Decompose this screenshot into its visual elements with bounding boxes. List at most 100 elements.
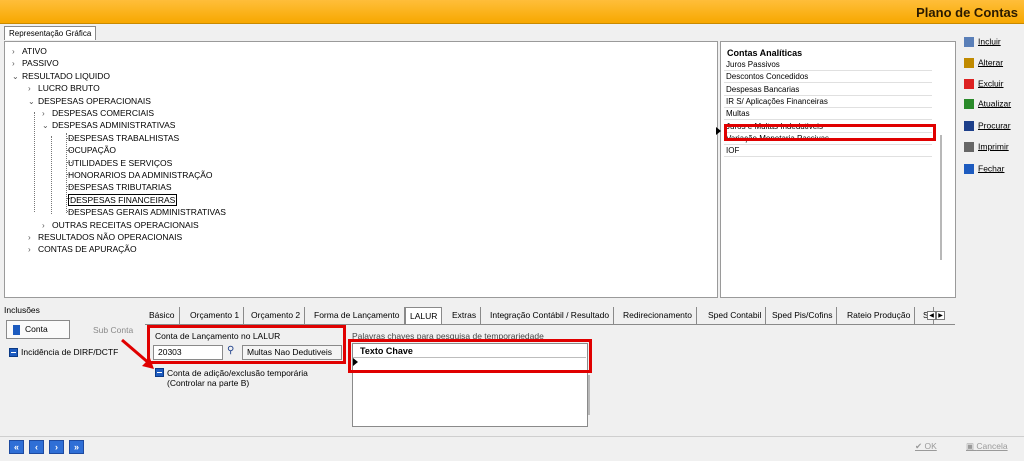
tree-node[interactable]: DESPESAS FINANCEIRAS <box>68 193 178 206</box>
incidencia-checkbox[interactable]: Incidência de DIRF/DCTF <box>9 347 119 358</box>
title-bar: Plano de Contas <box>0 0 1024 24</box>
tree-node[interactable]: OCUPAÇÃO <box>68 144 116 156</box>
detail-tab[interactable]: LALUR <box>405 307 443 324</box>
side-button-label: Atualizar <box>978 98 1012 109</box>
side-button-label: Procurar <box>978 120 1011 131</box>
window-title: Plano de Contas <box>916 5 1018 20</box>
detail-tab[interactable]: Sped Contabil <box>704 307 767 324</box>
detail-tab[interactable]: Orçamento 1 <box>186 307 245 324</box>
tree-node-label: DESPESAS ADMINISTRATIVAS <box>52 120 176 131</box>
tab-scroll-nav[interactable]: ◀ ▶ <box>927 311 945 320</box>
tab-representacao-grafica[interactable]: Representação Gráfica <box>4 26 97 40</box>
last-record-icon[interactable]: » <box>69 440 84 454</box>
detail-tab[interactable]: Forma de Lançamento <box>310 307 405 324</box>
tree-node[interactable]: HONORARIOS DA ADMINISTRAÇÃO <box>68 169 213 181</box>
account-item[interactable]: Juros Passivos <box>724 59 932 71</box>
tree-node[interactable]: DESPESAS GERAIS ADMINISTRATIVAS <box>68 206 226 218</box>
tree-node-label: ATIVO <box>22 46 47 56</box>
detail-tab[interactable]: Básico <box>145 307 180 324</box>
chevron-right-icon[interactable]: › <box>42 220 52 232</box>
detail-tab[interactable]: Redirecionamento <box>619 307 697 324</box>
side-button-0[interactable]: Incluir <box>962 32 1018 51</box>
detail-tab[interactable]: Integração Contábil / Resultado <box>486 307 615 324</box>
account-item[interactable]: IR S/ Aplicações Financeiras <box>724 96 932 108</box>
tree-node-label: UTILIDADES E SERVIÇOS <box>68 157 173 168</box>
side-button-2[interactable]: Excluir <box>962 74 1018 93</box>
chevron-down-icon[interactable]: ⌄ <box>12 71 22 83</box>
side-button-3[interactable]: Atualizar <box>962 94 1018 113</box>
side-button-label: Incluir <box>978 36 1001 47</box>
detail-tabs: Básico Orçamento 1 Orçamento 2 Forma de Lan… <box>143 307 951 324</box>
chevron-right-icon[interactable]: › <box>28 244 38 256</box>
tree-node[interactable]: › CONTAS DE APURAÇÃO <box>28 243 137 255</box>
tree-node[interactable]: ⌄ DESPESAS ADMINISTRATIVAS <box>42 119 175 131</box>
tree-node[interactable]: › OUTRAS RECEITAS OPERACIONAIS <box>42 219 199 231</box>
detail-tab[interactable]: Extras <box>448 307 482 324</box>
tree-node[interactable]: DESPESAS TRABALHISTAS <box>68 132 179 144</box>
chevron-down-icon[interactable]: ⌄ <box>28 96 38 108</box>
keywords-scrollbar[interactable] <box>588 375 590 415</box>
chevron-right-icon[interactable]: › <box>28 232 38 244</box>
tree-node[interactable]: UTILIDADES E SERVIÇOS <box>68 157 172 169</box>
chevron-right-icon[interactable]: › <box>42 108 52 120</box>
chevron-right-icon[interactable]: › <box>12 58 22 70</box>
tree-node-label: HONORARIOS DA ADMINISTRAÇÃO <box>68 170 213 180</box>
side-button-label: Fechar <box>978 163 1005 174</box>
accounts-list-header: Contas Analíticas <box>727 48 803 58</box>
tree-node-label: DESPESAS GERAIS ADMINISTRATIVAS <box>68 207 226 218</box>
previous-record-icon[interactable]: ‹ <box>29 440 44 454</box>
footer-bar <box>0 436 1024 461</box>
conta-button[interactable]: Conta <box>6 320 70 339</box>
chevron-right-icon[interactable]: › <box>12 46 22 58</box>
tab-scroll-left-icon[interactable]: ◀ <box>927 311 936 320</box>
tree-node[interactable]: › DESPESAS COMERCIAIS <box>42 107 154 119</box>
next-record-icon[interactable]: › <box>49 440 64 454</box>
tree-guide <box>66 133 67 213</box>
tree-node-label: DESPESAS OPERACIONAIS <box>38 95 151 106</box>
tree-node[interactable]: ⌄ DESPESAS OPERACIONAIS <box>28 95 151 107</box>
highlight-box-keywords <box>348 339 592 373</box>
first-record-icon[interactable]: « <box>9 440 24 454</box>
tree-node[interactable]: › RESULTADOS NÃO OPERACIONAIS <box>28 231 182 243</box>
current-row-pointer-icon <box>716 127 721 135</box>
tab-scroll-right-icon[interactable]: ▶ <box>936 311 945 320</box>
account-item[interactable]: Despesas Bancarias <box>724 84 932 96</box>
temporaria-line1: Conta de adição/exclusão temporária <box>167 368 308 378</box>
side-button-5[interactable]: Imprimir <box>962 137 1018 156</box>
detail-tab[interactable]: Sped Pis/Cofins <box>768 307 838 324</box>
ok-label: OK <box>924 441 937 451</box>
accounts-scrollbar[interactable] <box>940 135 942 260</box>
chevron-right-icon[interactable]: › <box>28 83 38 95</box>
tree-node[interactable]: › LUCRO BRUTO <box>28 82 100 94</box>
side-button-1[interactable]: Alterar <box>962 53 1018 72</box>
chevron-down-icon[interactable]: ⌄ <box>42 120 52 132</box>
account-item[interactable]: IOF <box>724 145 932 158</box>
temporaria-line2: (Controlar na parte B) <box>167 378 250 388</box>
incidencia-label: Incidência de DIRF/DCTF <box>21 347 119 357</box>
ok-button[interactable]: ✔ OK <box>915 441 937 452</box>
refresh-icon <box>964 98 974 109</box>
conta-button-label: Conta <box>25 324 48 334</box>
temporaria-checkbox[interactable]: Conta de adição/exclusão temporária (Cont… <box>155 368 308 388</box>
detail-tab[interactable]: Rateio Produção <box>843 307 916 324</box>
account-item[interactable]: Multas <box>724 108 932 121</box>
tree-node-label: DESPESAS TRIBUTARIAS <box>68 182 172 193</box>
tree-node[interactable]: › ATIVO <box>12 45 47 57</box>
side-button-6[interactable]: Fechar <box>962 159 1018 178</box>
detail-tab[interactable]: Orçamento 2 <box>247 307 306 324</box>
tree-node[interactable]: DESPESAS TRIBUTARIAS <box>68 181 172 193</box>
side-button-4[interactable]: Procurar <box>962 116 1018 135</box>
tree-node-label: RESULTADOS NÃO OPERACIONAIS <box>38 232 183 242</box>
close-window-icon <box>964 163 974 174</box>
tree-node-label: PASSIVO <box>22 58 59 69</box>
edit-icon <box>964 57 974 68</box>
account-item[interactable]: Descontos Concedidos <box>724 71 932 84</box>
sub-conta-button[interactable]: Sub Conta <box>93 325 133 335</box>
cancel-label: Cancela <box>976 441 1008 451</box>
inclusoes-title: Inclusões <box>4 305 40 315</box>
tree-guide <box>34 112 35 212</box>
tree-node[interactable]: ⌄ RESULTADO LIQUIDO <box>12 70 110 82</box>
tree-node-label: LUCRO BRUTO <box>38 83 100 94</box>
cancel-button[interactable]: ▣ Cancela <box>966 441 1008 452</box>
tree-node[interactable]: › PASSIVO <box>12 57 59 69</box>
